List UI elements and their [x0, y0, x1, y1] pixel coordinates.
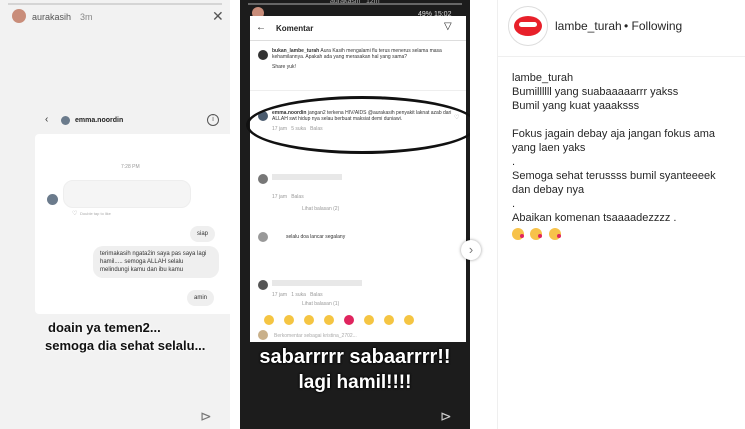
emoji-icon[interactable] — [364, 315, 374, 325]
caption-line: Bumillllll yang suabaaaaarrr yakss — [512, 86, 679, 98]
reply-link[interactable]: Balas — [310, 292, 323, 298]
emoji-icon[interactable] — [324, 315, 334, 325]
divider — [250, 90, 466, 91]
comment-blurred: 17 jam Balas Lihat balasan (2) — [272, 174, 458, 212]
emoji-icon[interactable] — [404, 315, 414, 325]
comment-avatar[interactable] — [258, 280, 268, 290]
comment-4: 17 jam 1 suka Balas Lihat balasan (1) — [272, 280, 458, 307]
dm-chat: 7:28 PM ♡ Double tap to like siap terima… — [35, 134, 230, 314]
divider — [250, 40, 466, 41]
direct-icon[interactable]: ▽ — [444, 21, 452, 32]
emoji-icon[interactable] — [304, 315, 314, 325]
caption-line: Semoga sehat terussss bumil syanteeeek — [512, 170, 716, 182]
contact-name[interactable]: emma.noordin — [75, 117, 123, 124]
double-tap-hint: Double tap to like — [80, 211, 111, 216]
comment-3: selalu doa lancar segalany — [272, 234, 458, 240]
comment-avatar[interactable] — [258, 232, 268, 242]
face-blowing-kiss-icon — [512, 228, 524, 240]
dm-header: ‹ emma.noordin i — [35, 112, 230, 132]
heart-icon[interactable]: ♡ — [72, 210, 77, 217]
sent-bubble-siap: siap — [190, 226, 216, 242]
progress-bar — [8, 3, 222, 5]
story-left: aurakasih 3m ✕ ‹ emma.noordin i 7:28 PM … — [0, 0, 230, 429]
comment-likes[interactable]: 1 suka — [291, 292, 306, 298]
comment-avatar[interactable] — [258, 174, 268, 184]
comment-input[interactable]: Berkomentar sebagai kristina_2702... — [274, 333, 357, 339]
caption-line: Bumil yang kuat yaaaksss — [512, 100, 640, 112]
heart-emoji-icon[interactable] — [344, 315, 354, 325]
story-username[interactable]: aurakasih — [330, 0, 360, 5]
commenter-avatar — [258, 330, 268, 340]
avatar[interactable] — [12, 9, 26, 23]
story-overlay-text-1: doain ya temen2... — [48, 320, 161, 335]
post-header: lambe_turah • Following — [498, 0, 745, 57]
profile-avatar[interactable] — [508, 6, 548, 46]
close-icon[interactable]: ✕ — [212, 8, 224, 25]
emoji-quick-bar — [264, 312, 424, 330]
emoji-icon[interactable] — [384, 315, 394, 325]
caption-line: . — [512, 198, 516, 210]
story-right: aurakasih 12m 49% 15:02 ✕ ← Komentar ▽ b… — [240, 0, 470, 429]
chat-avatar — [47, 194, 58, 205]
caption-line — [512, 113, 742, 127]
follow-status[interactable]: • Following — [624, 19, 682, 33]
caption-line: dan debay nya — [512, 184, 585, 196]
chat-timestamp: 7:28 PM — [121, 164, 140, 170]
emoji-icon[interactable] — [284, 315, 294, 325]
post-author-avatar[interactable] — [258, 50, 268, 60]
comments-title: Komentar — [276, 24, 314, 33]
comment-text: selalu doa lancar segalany — [286, 234, 346, 240]
view-replies-link[interactable]: Lihat balasan (2) — [302, 206, 458, 212]
comments-sheet: ← Komentar ▽ bukan_lambe_turah Aura Kasi… — [246, 16, 470, 342]
story-overlay-text-1: sabarrrrr sabaarrrr!! — [259, 346, 451, 368]
post-username[interactable]: lambe_turah — [555, 19, 622, 33]
send-icon[interactable]: ⊳ — [440, 408, 452, 425]
reply-link[interactable]: Balas — [291, 194, 304, 200]
caption-line: Abaikan komenan tsaaaadezzzz . — [512, 212, 677, 224]
back-icon[interactable]: ‹ — [45, 114, 48, 125]
caption-line: . — [512, 156, 516, 168]
story-overlay-text-2: lagi hamil!!!! — [298, 372, 412, 393]
caption-line: Fokus jagain debay aja jangan fokus ama — [512, 128, 716, 140]
view-replies-link[interactable]: Lihat balasan (1) — [302, 301, 458, 307]
caption-emojis — [512, 227, 742, 241]
emoji-icon[interactable] — [264, 315, 274, 325]
info-icon[interactable]: i — [207, 114, 219, 126]
face-blowing-kiss-icon — [548, 228, 561, 240]
face-blowing-kiss-icon — [530, 228, 543, 240]
post-caption: lambe_turah Bumillllll yang suabaaaaarrr… — [512, 71, 742, 241]
post-caption: bukan_lambe_turah Aura Kasih mengalami f… — [272, 48, 458, 70]
hand-drawn-circle — [246, 96, 470, 154]
send-icon[interactable]: ⊳ — [200, 408, 212, 425]
sent-bubble-thanks: terimakasih ngata2in saya pas saya lagi … — [93, 246, 219, 278]
story-username[interactable]: aurakasih — [32, 12, 71, 22]
comment-time: 17 jam — [272, 292, 288, 298]
sent-bubble-amin: amin — [187, 290, 215, 306]
comment-time: 17 jam — [272, 194, 288, 200]
next-arrow-button[interactable]: › — [461, 240, 481, 260]
story-time: 3m — [80, 12, 93, 22]
back-arrow-icon[interactable]: ← — [256, 22, 266, 33]
story-time: 12m — [366, 0, 380, 5]
contact-avatar[interactable] — [61, 116, 70, 125]
received-bubble-blurred — [63, 180, 191, 208]
caption-username[interactable]: lambe_turah — [512, 71, 742, 85]
panel-divider — [497, 0, 498, 429]
caption-line: yang laen yaks — [512, 142, 586, 154]
share-text: Share yuk! — [272, 64, 296, 70]
story-overlay-text-2: semoga dia sehat selalu... — [45, 338, 206, 353]
